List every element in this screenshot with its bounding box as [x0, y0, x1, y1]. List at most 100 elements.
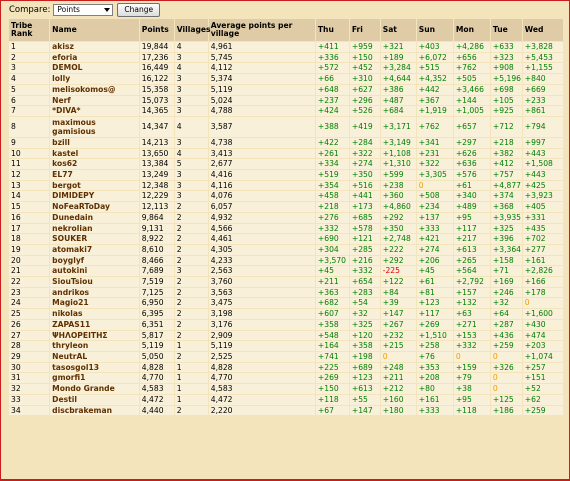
tribe-member-name[interactable]: atomaki7: [50, 244, 139, 255]
tue-gain: +698: [490, 84, 522, 95]
tribe-member-name[interactable]: thryleon: [50, 341, 139, 351]
tribe-member-name[interactable]: Destil: [50, 394, 139, 405]
rank-cell: 1: [9, 42, 50, 52]
sun-gain: +80: [416, 384, 453, 394]
tribe-member-name[interactable]: lolly: [50, 74, 139, 84]
sun-gain: +269: [416, 319, 453, 330]
sat-gain: +1,108: [380, 148, 416, 159]
points-cell: 4,472: [139, 394, 174, 405]
tribe-member-name[interactable]: nekrolian: [50, 223, 139, 234]
tue-gain: +3,364: [490, 244, 522, 255]
points-cell: 16,449: [139, 63, 174, 74]
tribe-member-name[interactable]: ΨΗΛΟΡΕΙΤΗΣ: [50, 330, 139, 341]
tribe-member-name[interactable]: akisz: [50, 42, 139, 52]
wed-gain: +3,923: [522, 191, 563, 202]
fri-gain: +685: [349, 212, 380, 223]
column-header: Thu: [315, 19, 349, 41]
tribe-member-name[interactable]: NoFeaRToDay: [50, 202, 139, 212]
fri-gain: +452: [349, 63, 380, 74]
thu-gain: +67: [315, 405, 349, 416]
tue-gain: +382: [490, 148, 522, 159]
tribe-member-name[interactable]: kastel: [50, 148, 139, 159]
wed-gain: +702: [522, 234, 563, 244]
points-cell: 17,236: [139, 52, 174, 63]
tribe-member-name[interactable]: ZAPAS11: [50, 319, 139, 330]
sun-gain: +3,305: [416, 170, 453, 180]
average-points-cell: 2,909: [208, 330, 315, 341]
average-points-cell: 4,932: [208, 212, 315, 223]
tribe-member-name[interactable]: Nerf: [50, 95, 139, 106]
sun-gain: +231: [416, 148, 453, 159]
average-points-cell: 4,112: [208, 63, 315, 74]
change-button[interactable]: Change: [117, 2, 161, 17]
average-points-cell: 2,525: [208, 351, 315, 362]
villages-cell: 2: [174, 287, 208, 298]
tribe-member-name[interactable]: Mondo Grande: [50, 384, 139, 394]
tribe-member-name[interactable]: tasosgol13: [50, 362, 139, 373]
wed-gain: +233: [522, 95, 563, 106]
tue-gain: +396: [490, 234, 522, 244]
wed-gain: +840: [522, 74, 563, 84]
tribe-member-name[interactable]: SiouTsiou: [50, 277, 139, 287]
tribe-member-name[interactable]: EL77: [50, 170, 139, 180]
thu-gain: +225: [315, 362, 349, 373]
average-points-cell: 5,024: [208, 95, 315, 106]
column-header: Sun: [416, 19, 453, 41]
tribe-member-name[interactable]: Dunedain: [50, 212, 139, 223]
thu-gain: +548: [315, 330, 349, 341]
tribe-member-name[interactable]: maximous gamisious: [50, 116, 139, 137]
sat-gain: +84: [380, 287, 416, 298]
rank-cell: 4: [9, 74, 50, 84]
rank-cell: 15: [9, 202, 50, 212]
table-row: 15 NoFeaRToDay 12,113 2 6,057 +218 +173 +4,860 +…: [9, 202, 563, 212]
points-cell: 5,817: [139, 330, 174, 341]
wed-gain: +405: [522, 202, 563, 212]
tribe-member-name[interactable]: DEMOL: [50, 63, 139, 74]
sun-gain: +341: [416, 137, 453, 148]
points-cell: 13,650: [139, 148, 174, 159]
sat-gain: +2,748: [380, 234, 416, 244]
tribe-member-name[interactable]: Magio21: [50, 298, 139, 309]
wed-gain: +166: [522, 277, 563, 287]
table-row: 11 kos62 13,384 5 2,677 +334 +274 +1,310 +322 +63…: [9, 159, 563, 170]
fri-gain: +121: [349, 234, 380, 244]
tribe-member-name[interactable]: discbrakeman: [50, 405, 139, 416]
fri-gain: +283: [349, 287, 380, 298]
tribe-member-name[interactable]: boyglyf: [50, 255, 139, 266]
tribe-member-name[interactable]: bzill: [50, 137, 139, 148]
average-points-cell: 5,745: [208, 52, 315, 63]
wed-gain: +425: [522, 180, 563, 191]
column-header: Name: [50, 19, 139, 41]
tribe-member-name[interactable]: autokini: [50, 266, 139, 277]
tribe-member-name[interactable]: NeutrAL: [50, 351, 139, 362]
tue-gain: +925: [490, 106, 522, 116]
tribe-member-name[interactable]: kos62: [50, 159, 139, 170]
sun-gain: +515: [416, 63, 453, 74]
villages-cell: 2: [174, 255, 208, 266]
thu-gain: +388: [315, 116, 349, 137]
average-points-cell: 4,416: [208, 170, 315, 180]
wed-gain: +474: [522, 330, 563, 341]
tribe-member-name[interactable]: *DIVA*: [50, 106, 139, 116]
tribe-member-name[interactable]: nikolas: [50, 309, 139, 319]
tribe-member-name[interactable]: SOUKER: [50, 234, 139, 244]
tribe-member-name[interactable]: eforia: [50, 52, 139, 63]
table-row: 16 Dunedain 9,864 2 4,932 +276 +685 +292 +137 +95…: [9, 212, 563, 223]
mon-gain: +3,466: [453, 84, 490, 95]
tribe-member-name[interactable]: bergot: [50, 180, 139, 191]
tribe-member-name[interactable]: melisokomos@: [50, 84, 139, 95]
rank-cell: 5: [9, 84, 50, 95]
table-row: 10 kastel 13,650 4 3,413 +261 +322 +1,108 +231 +6…: [9, 148, 563, 159]
wed-gain: +669: [522, 84, 563, 95]
tribe-member-name[interactable]: gmorfi1: [50, 373, 139, 384]
tribe-member-name[interactable]: andrikos: [50, 287, 139, 298]
table-body: 1 akisz 19,844 4 4,961 +411 +959 +321 +403 +4,286…: [9, 42, 563, 416]
compare-select[interactable]: Points: [53, 3, 114, 16]
tue-gain: +71: [490, 266, 522, 277]
tue-gain: +158: [490, 255, 522, 266]
tribe-member-name[interactable]: DIMIDEPY: [50, 191, 139, 202]
table-row: 9 bzill 14,213 3 4,738 +422 +284 +3,149 +341 +297…: [9, 137, 563, 148]
sun-gain: +76: [416, 351, 453, 362]
mon-gain: +117: [453, 223, 490, 234]
mon-gain: +626: [453, 148, 490, 159]
